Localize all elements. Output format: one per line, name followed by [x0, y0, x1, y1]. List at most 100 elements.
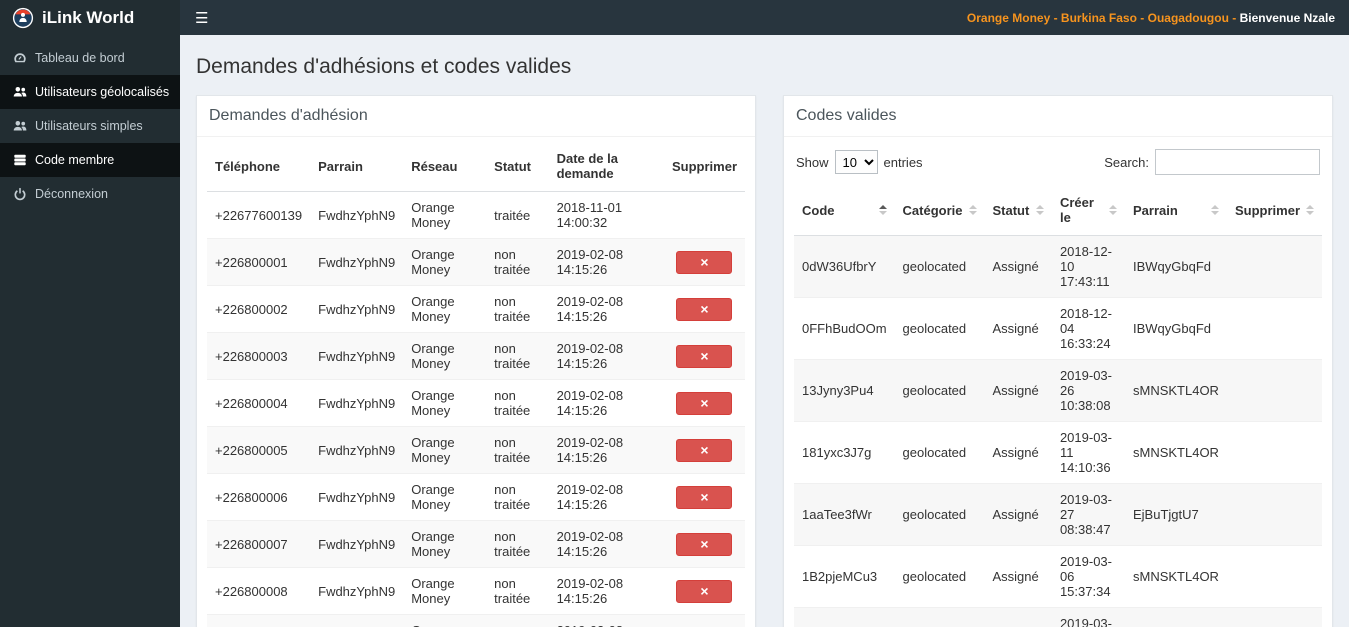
parrain-cell: IBWqyGbqFd — [1124, 297, 1227, 360]
delete-request-button[interactable]: × — [676, 485, 733, 509]
sort-icon — [1210, 205, 1219, 215]
codes-table: Code Catégorie Statut Créer le Parrain Suppri… — [794, 185, 1322, 627]
requests-panel: Demandes d'adhésion Téléphone Parrain Rése… — [196, 95, 756, 627]
sidebar-item-label: Utilisateurs géolocalisés — [35, 85, 170, 99]
table-controls: Show 10 entries Search: — [794, 141, 1322, 185]
delete-request-button[interactable]: × — [676, 532, 733, 556]
codes-column-header[interactable]: Supprimer — [1226, 185, 1322, 236]
creer-le-cell: 2018-12-10 17:43:11 — [1051, 235, 1125, 298]
statut-cell: non traitée — [486, 426, 549, 474]
sidebar-item-utilisateurs-simples[interactable]: Utilisateurs simples — [0, 109, 180, 143]
delete-request-button[interactable]: × — [676, 438, 733, 462]
column-label: Parrain — [1132, 202, 1178, 218]
requests-column-header: Date de la demande — [548, 141, 664, 192]
page-length-select[interactable]: 10 — [834, 150, 878, 174]
code-row: 1b4RkyC8YugeolocatedAssigné2019-03-07 08… — [794, 607, 1322, 627]
categorie-cell: geolocated — [894, 421, 985, 484]
code-row: 1B2pjeMCu3 geolocated Assigné 2019-03-06 15… — [794, 545, 1322, 608]
database-icon — [12, 153, 27, 167]
x-icon: × — [700, 301, 709, 317]
statut-cell: Assigné — [984, 545, 1052, 608]
parrain-cell: FwdhzYphN9 — [310, 191, 404, 239]
codes-panel: Codes valides Show 10 entries Search: Co… — [783, 95, 1333, 627]
supprimer-cell: × — [663, 379, 745, 427]
codes-column-header[interactable]: Catégorie — [894, 185, 985, 236]
supprimer-cell — [1226, 545, 1322, 608]
request-row: +226800004 FwdhzYphN9 Orange Money non trai… — [207, 379, 745, 427]
telephone-cell: +226800002 — [207, 285, 311, 333]
telephone-cell: +226800006 — [207, 473, 311, 521]
parrain-cell: FwdhzYphN9 — [310, 473, 404, 521]
column-label: Statut — [992, 202, 1030, 218]
date-cell: 2019-02-08 14:15:26 — [548, 473, 664, 521]
statut-cell: non traitée — [486, 614, 549, 627]
requests-column-header: Téléphone — [207, 141, 311, 192]
parrain-cell: FwdhzYphN9 — [310, 520, 404, 568]
delete-request-button[interactable]: × — [676, 344, 733, 368]
sidebar-menu: Tableau de bord Utilisateurs géolocalisés… — [0, 41, 180, 211]
brand-title: iLink World — [42, 7, 135, 27]
users-icon — [12, 85, 27, 99]
codes-column-header[interactable]: Créer le — [1051, 185, 1125, 236]
sidebar: Tableau de bord Utilisateurs géolocalisés… — [0, 35, 180, 627]
search-input[interactable] — [1155, 149, 1320, 175]
telephone-cell: +226800001 — [207, 238, 311, 286]
menu-toggle-button[interactable]: ☰ — [180, 0, 223, 35]
welcome-text: Bienvenue — [1239, 10, 1304, 25]
statut-cell: non traitée — [486, 473, 549, 521]
requests-column-header: Réseau — [403, 141, 487, 192]
x-icon: × — [700, 442, 709, 458]
creer-le-cell: 2019-03-11 14:10:36 — [1051, 421, 1125, 484]
requests-column-header: Statut — [486, 141, 549, 192]
delete-request-button[interactable]: × — [676, 391, 733, 415]
request-row: +226800009FwdhzYphN9Orange Moneynon trai… — [207, 614, 745, 627]
date-cell: 2019-02-08 14:15:26 — [548, 567, 664, 615]
code-row: 13Jyny3Pu4 geolocated Assigné 2019-03-26 10… — [794, 359, 1322, 422]
x-icon: × — [700, 395, 709, 411]
sort-icon — [968, 205, 977, 215]
topbar: iLink World ☰ Orange Money - Burkina Fas… — [0, 0, 1349, 35]
creer-le-cell: 2019-03-26 10:38:08 — [1051, 359, 1125, 422]
categorie-cell: geolocated — [894, 235, 985, 298]
supprimer-cell — [663, 191, 745, 239]
sort-icon — [1035, 205, 1044, 215]
sidebar-item-tableau-de-bord[interactable]: Tableau de bord — [0, 41, 180, 75]
creer-le-cell: 2019-03-07 08:48:45 — [1051, 607, 1125, 627]
telephone-cell: +226800007 — [207, 520, 311, 568]
telephone-cell: +226800004 — [207, 379, 311, 427]
delete-request-button[interactable]: × — [676, 250, 733, 274]
delete-request-button[interactable]: × — [676, 579, 733, 603]
delete-request-button[interactable]: × — [676, 297, 733, 321]
date-cell: 2018-11-01 14:00:32 — [548, 191, 664, 239]
sidebar-item-label: Utilisateurs simples — [35, 119, 143, 133]
categorie-cell: geolocated — [894, 483, 985, 546]
sidebar-item-deconnexion[interactable]: Déconnexion — [0, 177, 180, 211]
supprimer-cell — [1226, 297, 1322, 360]
date-cell: 2019-02-08 14:15:26 — [548, 285, 664, 333]
date-cell: 2019-02-08 14:15:26 — [548, 332, 664, 380]
brand-logo-icon — [12, 7, 34, 29]
supprimer-cell — [1226, 483, 1322, 546]
code-cell: 1aaTee3fWr — [794, 483, 895, 546]
code-row: 0FFhBudOOm geolocated Assigné 2018-12-04 16… — [794, 297, 1322, 360]
supprimer-cell: × — [663, 285, 745, 333]
codes-column-header[interactable]: Code — [794, 185, 895, 236]
supprimer-cell: × — [663, 426, 745, 474]
column-label: Code — [802, 202, 835, 218]
telephone-cell: +226800003 — [207, 332, 311, 380]
code-cell: 0dW36UfbrY — [794, 235, 895, 298]
reseau-cell: Orange Money — [403, 238, 487, 286]
sidebar-item-code-membre[interactable]: Code membre — [0, 143, 180, 177]
statut-cell: Assigné — [984, 483, 1052, 546]
creer-le-cell: 2018-12-04 16:33:24 — [1051, 297, 1125, 360]
dashboard-icon — [12, 51, 27, 65]
categorie-cell: geolocated — [894, 297, 985, 360]
sidebar-item-utilisateurs-geolocalises[interactable]: Utilisateurs géolocalisés — [0, 75, 180, 109]
statut-cell: Assigné — [984, 421, 1052, 484]
codes-column-header[interactable]: Statut — [984, 185, 1052, 236]
brand[interactable]: iLink World — [0, 0, 180, 35]
separator-text: - — [1228, 10, 1240, 25]
reseau-cell: Orange Money — [403, 614, 487, 627]
codes-column-header[interactable]: Parrain — [1124, 185, 1227, 236]
supprimer-cell: × — [663, 238, 745, 286]
